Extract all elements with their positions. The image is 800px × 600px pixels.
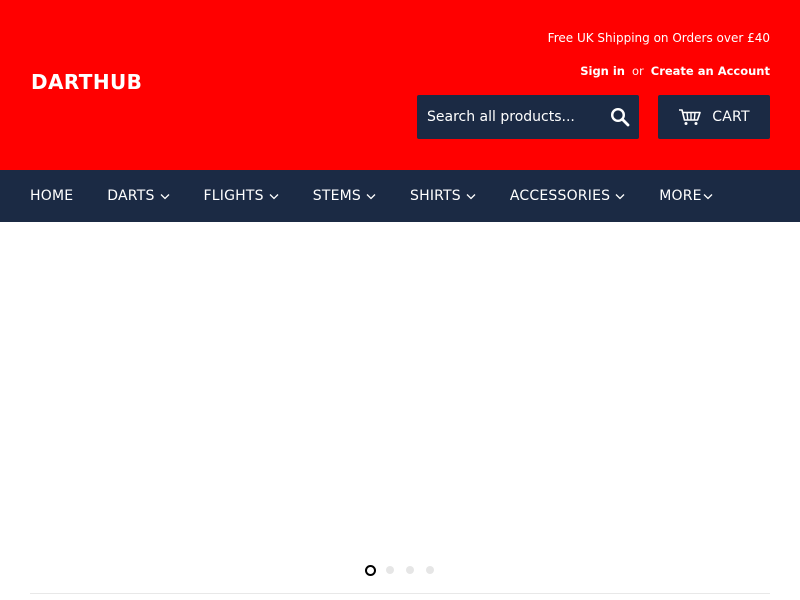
cart-button[interactable]: CART	[658, 95, 770, 139]
sign-in-link[interactable]: Sign in	[580, 64, 625, 78]
site-header: DARTHUB Free UK Shipping on Orders over …	[0, 0, 800, 170]
nav-item-label: FLIGHTS	[203, 188, 264, 204]
chevron-down-icon	[366, 193, 376, 200]
section-divider	[30, 593, 770, 594]
search-icon	[610, 107, 630, 127]
chevron-down-icon	[269, 193, 279, 200]
nav-item-label: SHIRTS	[410, 188, 461, 204]
nav-list: HOME DARTS FLIGHTS STEMS SHIRTS ACCESSOR…	[0, 170, 800, 222]
search-input[interactable]	[417, 95, 601, 139]
chevron-down-icon	[615, 193, 625, 200]
chevron-down-icon	[703, 193, 713, 200]
nav-item-home[interactable]: HOME	[30, 188, 73, 204]
nav-item-darts[interactable]: DARTS	[107, 188, 170, 204]
hero-slideshow[interactable]	[0, 222, 800, 592]
slide-dot-2[interactable]	[384, 564, 396, 576]
nav-item-accessories[interactable]: ACCESSORIES	[510, 188, 625, 204]
slideshow-pagination	[0, 564, 800, 576]
nav-item-label: MORE	[659, 188, 702, 204]
slide-dot-1[interactable]	[364, 564, 376, 576]
nav-item-label: HOME	[30, 188, 74, 204]
slide-dot-4[interactable]	[424, 564, 436, 576]
cart-icon	[679, 109, 702, 125]
chevron-down-icon	[160, 193, 170, 200]
search-form	[417, 95, 639, 139]
nav-item-shirts[interactable]: SHIRTS	[410, 188, 476, 204]
chevron-down-icon	[466, 193, 476, 200]
search-button[interactable]	[601, 95, 639, 139]
nav-item-stems[interactable]: STEMS	[313, 188, 376, 204]
or-separator: or	[632, 64, 644, 78]
nav-item-label: ACCESSORIES	[509, 188, 611, 204]
create-account-link[interactable]: Create an Account	[651, 64, 770, 78]
site-logo[interactable]: DARTHUB	[31, 70, 142, 94]
nav-item-label: DARTS	[107, 188, 155, 204]
slide-dot-3[interactable]	[404, 564, 416, 576]
shipping-note: Free UK Shipping on Orders over £40	[547, 31, 770, 45]
cart-label: CART	[712, 109, 750, 125]
nav-item-more[interactable]: MORE	[659, 188, 713, 204]
nav-item-label: STEMS	[312, 188, 361, 204]
account-links: Sign in or Create an Account	[580, 64, 770, 78]
main-nav: HOME DARTS FLIGHTS STEMS SHIRTS ACCESSOR…	[0, 170, 800, 222]
nav-item-flights[interactable]: FLIGHTS	[204, 188, 279, 204]
